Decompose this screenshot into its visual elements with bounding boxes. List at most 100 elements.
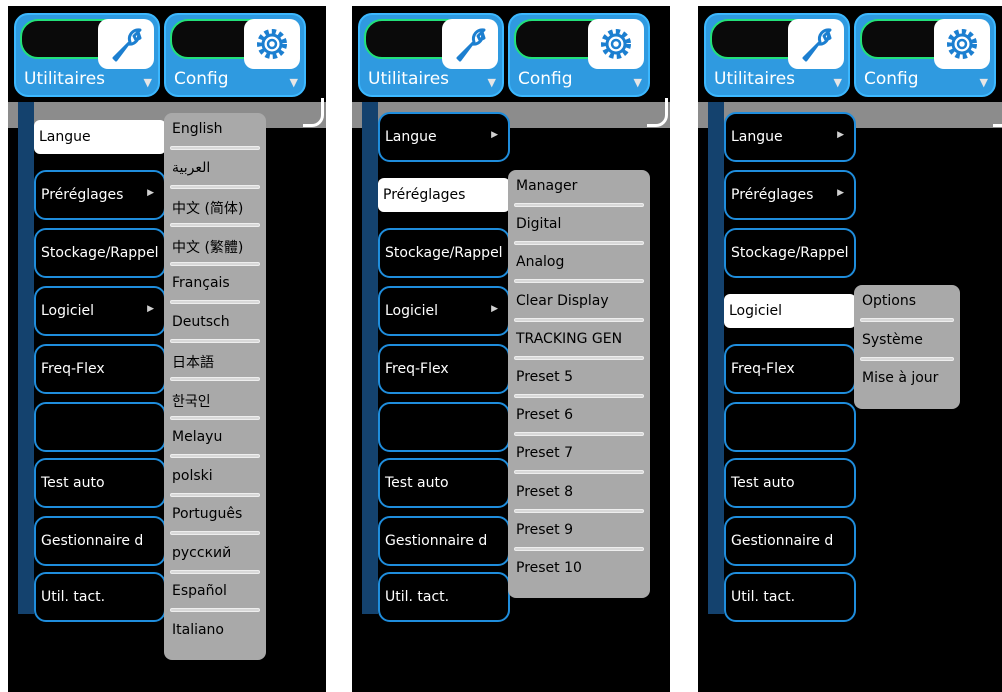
submenu-item[interactable]: Français (172, 275, 230, 291)
submenu-divider (170, 608, 260, 612)
submenu-item[interactable]: Preset 10 (516, 560, 582, 576)
submenu-item[interactable]: Italiano (172, 622, 224, 638)
submenu-divider (170, 184, 260, 189)
submenu-item[interactable]: Analog (516, 254, 564, 270)
chevron-down-icon: ▼ (143, 76, 152, 89)
submenu-item[interactable]: Options (862, 293, 916, 309)
submenu-item[interactable]: Système (862, 332, 923, 348)
config-label: Config (174, 69, 229, 89)
menu-item-logiciel[interactable]: Logiciel ▶ (34, 286, 166, 336)
menu-item-util-tact-[interactable]: Util. tact. (378, 572, 510, 622)
submenu-divider (170, 531, 260, 535)
submenu-item[interactable]: Preset 6 (516, 407, 573, 423)
submenu-item[interactable]: English (172, 121, 223, 137)
submenu-arrow-icon: ▶ (837, 188, 844, 198)
submenu-item[interactable]: Preset 9 (516, 522, 573, 538)
menu-item-label: Stockage/Rappel (385, 245, 503, 261)
menu-item-label: Stockage/Rappel (731, 245, 849, 261)
submenu-divider (170, 338, 260, 343)
submenu-item[interactable]: Manager (516, 178, 577, 194)
submenu-arrow-icon: ▶ (491, 304, 498, 314)
config-button[interactable]: Config ▼ (164, 13, 306, 97)
submenu-item[interactable]: polski (172, 468, 213, 484)
menu-item-util-tact-[interactable]: Util. tact. (724, 572, 856, 622)
menu-item-gestionnaire-d[interactable]: Gestionnaire d (724, 516, 856, 566)
submenu-item[interactable]: 한국인 (172, 391, 211, 411)
menu-item-langue[interactable]: Langue (34, 120, 166, 154)
submenu-divider (170, 492, 260, 497)
menu-item-empty[interactable] (378, 402, 510, 452)
menu-item-freq-flex[interactable]: Freq-Flex (378, 344, 510, 394)
chevron-down-icon: ▼ (979, 76, 988, 89)
menu-item-pr-r-glages[interactable]: Préréglages (378, 178, 510, 212)
chevron-down-icon: ▼ (833, 76, 842, 89)
submenu-item[interactable]: 中文 (繁體) (172, 237, 243, 257)
submenu-item[interactable]: TRACKING GEN (516, 331, 622, 347)
submenu-item[interactable]: Português (172, 506, 242, 522)
menu-item-label: Freq-Flex (385, 361, 449, 377)
utilities-panel-2: Utilitaires ▼ Config ▼ Langue ▶ Préréglage… (352, 6, 670, 692)
utilitaires-button[interactable]: Utilitaires ▼ (704, 13, 850, 97)
menu-item-empty[interactable] (724, 402, 856, 452)
menu-item-stockage-rappel[interactable]: Stockage/Rappel (378, 228, 510, 278)
utilitaires-button[interactable]: Utilitaires ▼ (14, 13, 160, 97)
submenu-divider (514, 203, 644, 207)
submenu-item[interactable]: العربية (172, 160, 210, 176)
menu-item-label: Util. tact. (41, 589, 106, 605)
menu-item-label: Préréglages (383, 187, 466, 203)
submenu-item[interactable]: Preset 8 (516, 484, 573, 500)
config-button[interactable]: Config ▼ (508, 13, 650, 97)
submenu-item[interactable]: Preset 5 (516, 369, 573, 385)
menu-item-langue[interactable]: Langue ▶ (724, 112, 856, 162)
menu-item-empty[interactable] (34, 402, 166, 452)
submenu-divider (860, 356, 954, 361)
utilitaires-button[interactable]: Utilitaires ▼ (358, 13, 504, 97)
menu-item-stockage-rappel[interactable]: Stockage/Rappel (34, 228, 166, 278)
submenu-item[interactable]: Deutsch (172, 314, 230, 330)
submenu-divider (514, 241, 644, 246)
submenu-item[interactable]: Español (172, 583, 227, 599)
menu-item-util-tact-[interactable]: Util. tact. (34, 572, 166, 622)
submenu-item[interactable]: Digital (516, 216, 561, 232)
menu-item-test-auto[interactable]: Test auto (34, 458, 166, 508)
gear-icon (934, 19, 990, 69)
submenu-item[interactable]: русский (172, 545, 231, 561)
submenu-divider (170, 569, 260, 574)
submenu-divider (170, 261, 260, 266)
utilitaires-label: Utilitaires (368, 69, 450, 89)
menu-item-pr-r-glages[interactable]: Préréglages ▶ (34, 170, 166, 220)
utilities-panel-3: Utilitaires ▼ Config ▼ Langue ▶ Préréglage… (698, 6, 1002, 692)
menu-item-pr-r-glages[interactable]: Préréglages ▶ (724, 170, 856, 220)
menu-item-logiciel[interactable]: Logiciel (724, 294, 856, 328)
submenu-item[interactable]: Mise à jour (862, 370, 938, 386)
menu-item-label: Gestionnaire d (731, 533, 834, 549)
chevron-down-icon: ▼ (289, 76, 298, 89)
submenu-item[interactable]: Melayu (172, 429, 222, 445)
menu-side-strip (18, 102, 34, 614)
submenu-divider (170, 146, 260, 150)
menu-item-label: Test auto (731, 475, 795, 491)
menu-item-freq-flex[interactable]: Freq-Flex (34, 344, 166, 394)
menu-item-logiciel[interactable]: Logiciel ▶ (378, 286, 510, 336)
menu-item-label: Test auto (41, 475, 105, 491)
submenu-item[interactable]: 中文 (简体) (172, 198, 243, 218)
menu-item-freq-flex[interactable]: Freq-Flex (724, 344, 856, 394)
submenu-item[interactable]: Clear Display (516, 293, 609, 309)
submenu-item[interactable]: 日本語 (172, 352, 214, 372)
menu-item-gestionnaire-d[interactable]: Gestionnaire d (34, 516, 166, 566)
menu-item-label: Freq-Flex (731, 361, 795, 377)
menu-item-langue[interactable]: Langue ▶ (378, 112, 510, 162)
submenu-arrow-icon: ▶ (491, 130, 498, 140)
config-button[interactable]: Config ▼ (854, 13, 996, 97)
submenu-divider (170, 377, 260, 381)
submenu-item[interactable]: Preset 7 (516, 445, 573, 461)
utilitaires-label: Utilitaires (24, 69, 106, 89)
submenu-divider (170, 415, 260, 420)
submenu-divider (514, 432, 644, 437)
menu-item-test-auto[interactable]: Test auto (724, 458, 856, 508)
menu-item-stockage-rappel[interactable]: Stockage/Rappel (724, 228, 856, 278)
menu-item-label: Gestionnaire d (385, 533, 488, 549)
menu-item-test-auto[interactable]: Test auto (378, 458, 510, 508)
menu-item-label: Logiciel (41, 303, 94, 319)
menu-item-gestionnaire-d[interactable]: Gestionnaire d (378, 516, 510, 566)
